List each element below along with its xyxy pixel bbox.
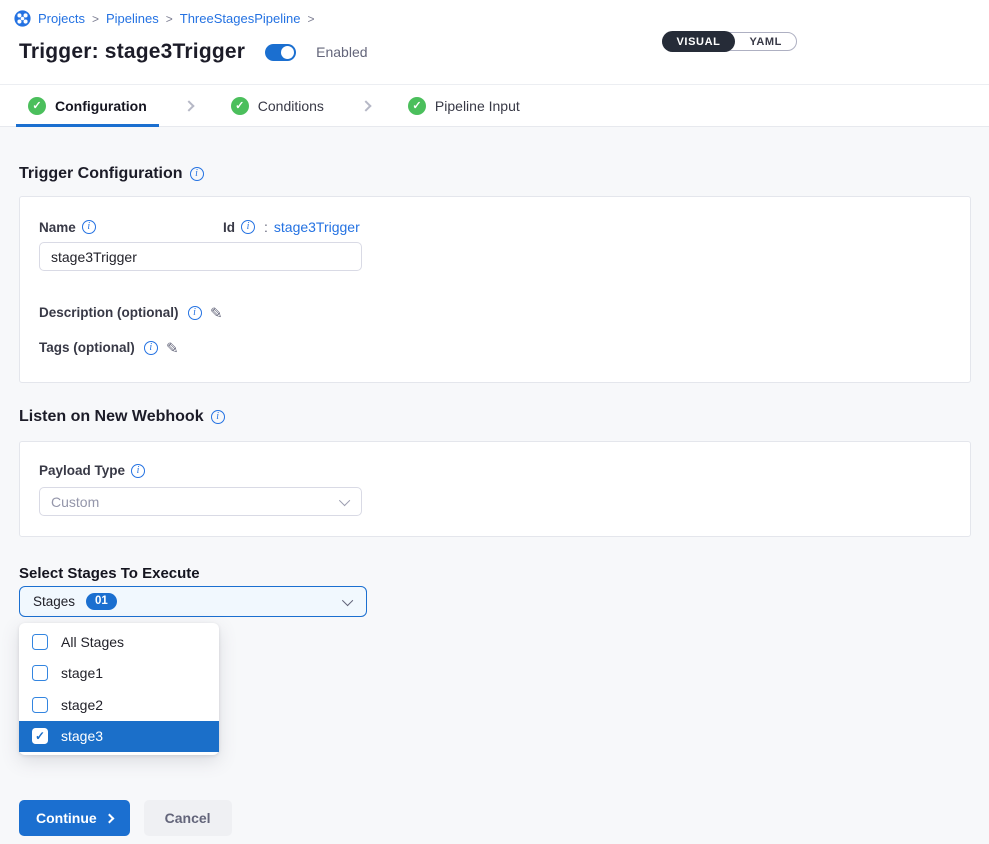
trigger-configuration-card: Name Id : stage3Trigger Description (opt…: [19, 196, 971, 383]
payload-type-label: Payload Type: [39, 463, 951, 478]
description-label: Description (optional): [39, 305, 179, 320]
tags-row: Tags (optional) ✎: [39, 340, 951, 355]
edit-description-icon[interactable]: ✎: [209, 306, 224, 319]
name-input[interactable]: [39, 242, 362, 271]
info-icon[interactable]: [82, 220, 96, 234]
chevron-right-icon: [183, 100, 194, 111]
description-label-text: Description (optional): [39, 305, 179, 320]
cancel-button[interactable]: Cancel: [144, 800, 232, 836]
visual-yaml-toggle: VISUAL YAML: [662, 32, 798, 51]
section-title: Listen on New Webhook: [19, 408, 204, 426]
menu-item-label: All Stages: [61, 634, 124, 650]
menu-item-label: stage1: [61, 665, 103, 681]
tags-label-text: Tags (optional): [39, 340, 135, 355]
info-icon[interactable]: [241, 220, 255, 234]
section-title: Trigger Configuration: [19, 165, 183, 183]
main-content: Trigger Configuration Name Id : stage3Tr…: [0, 127, 989, 836]
checkbox-unchecked-icon[interactable]: [32, 634, 48, 650]
breadcrumb-link-projects[interactable]: Projects: [38, 11, 85, 26]
continue-label: Continue: [36, 810, 97, 826]
info-icon[interactable]: [131, 464, 145, 478]
selected-count-badge: 01: [86, 593, 117, 610]
edit-tags-icon[interactable]: ✎: [166, 341, 181, 354]
stages-dropdown-menu: All Stages stage1 stage2 stage3: [19, 623, 219, 755]
enabled-toggle[interactable]: [265, 44, 296, 61]
menu-item-stage3[interactable]: stage3: [19, 721, 219, 753]
toggle-knob: [281, 46, 294, 59]
tab-pipeline-input[interactable]: Pipeline Input: [396, 85, 532, 126]
chevron-right-icon: [360, 100, 371, 111]
payload-type-select[interactable]: Custom: [39, 487, 362, 516]
id-label-text: Id: [223, 220, 235, 235]
wizard-tabbar: Configuration Conditions Pipeline Input: [0, 85, 989, 127]
tab-label: Conditions: [258, 98, 324, 114]
page-title: Trigger: stage3Trigger: [19, 40, 245, 64]
webhook-card: Payload Type Custom: [19, 441, 971, 537]
harness-logo-icon: [14, 10, 31, 27]
id-value-link[interactable]: stage3Trigger: [274, 219, 360, 235]
visual-tab[interactable]: VISUAL: [662, 31, 736, 52]
yaml-tab[interactable]: YAML: [735, 32, 796, 51]
stages-multiselect[interactable]: Stages 01: [19, 586, 367, 617]
menu-item-stage2[interactable]: stage2: [19, 689, 219, 721]
menu-item-all-stages[interactable]: All Stages: [19, 626, 219, 658]
chevron-right-icon: [104, 813, 114, 823]
tab-label: Pipeline Input: [435, 98, 520, 114]
checkbox-unchecked-icon[interactable]: [32, 697, 48, 713]
menu-item-label: stage3: [61, 728, 103, 744]
id-colon: :: [264, 219, 268, 235]
select-stages-heading: Select Stages To Execute: [19, 565, 971, 581]
continue-button[interactable]: Continue: [19, 800, 130, 836]
payload-type-label-text: Payload Type: [39, 463, 125, 478]
info-icon[interactable]: [211, 410, 225, 424]
chevron-down-icon: [342, 594, 353, 605]
enabled-label: Enabled: [316, 44, 367, 60]
stages-select-label: Stages: [33, 594, 75, 609]
breadcrumb-link-pipelines[interactable]: Pipelines: [106, 11, 159, 26]
checkbox-unchecked-icon[interactable]: [32, 665, 48, 681]
info-icon[interactable]: [144, 341, 158, 355]
check-circle-icon: [28, 97, 46, 115]
check-circle-icon: [408, 97, 426, 115]
payload-type-value: Custom: [51, 494, 99, 510]
tab-conditions[interactable]: Conditions: [219, 85, 336, 126]
footer-actions: Continue Cancel: [19, 800, 971, 836]
chevron-down-icon: [339, 494, 350, 505]
check-circle-icon: [231, 97, 249, 115]
trigger-configuration-heading: Trigger Configuration: [19, 165, 971, 183]
checkbox-checked-icon[interactable]: [32, 728, 48, 744]
name-label-text: Name: [39, 220, 76, 235]
breadcrumb-link-pipeline-name[interactable]: ThreeStagesPipeline: [180, 11, 301, 26]
tab-configuration[interactable]: Configuration: [16, 85, 159, 126]
info-icon[interactable]: [190, 167, 204, 181]
breadcrumb-separator: >: [307, 12, 314, 26]
description-row: Description (optional) ✎: [39, 305, 951, 320]
id-row: Id : stage3Trigger: [223, 219, 360, 235]
name-field-label: Name: [39, 220, 223, 235]
webhook-heading: Listen on New Webhook: [19, 408, 971, 426]
tags-label: Tags (optional): [39, 340, 135, 355]
menu-item-stage1[interactable]: stage1: [19, 658, 219, 690]
breadcrumb: Projects > Pipelines > ThreeStagesPipeli…: [14, 10, 973, 27]
page-header: Projects > Pipelines > ThreeStagesPipeli…: [0, 0, 989, 85]
breadcrumb-separator: >: [166, 12, 173, 26]
info-icon[interactable]: [188, 306, 202, 320]
menu-item-label: stage2: [61, 697, 103, 713]
breadcrumb-separator: >: [92, 12, 99, 26]
tab-label: Configuration: [55, 98, 147, 114]
